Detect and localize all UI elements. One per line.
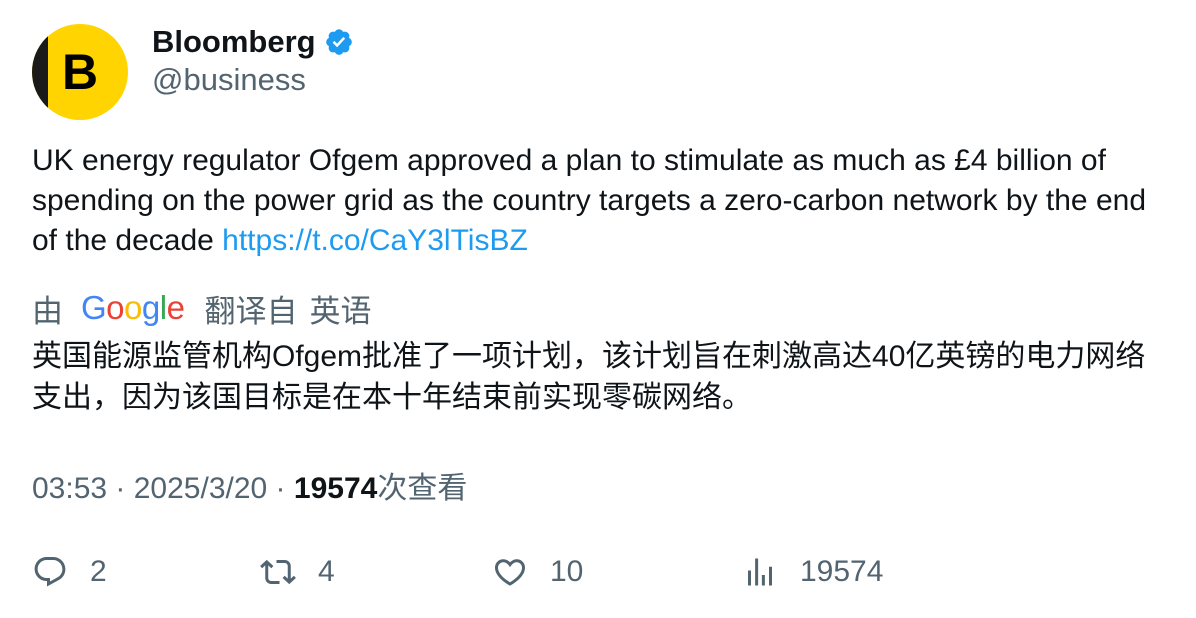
meta-separator: · [267, 472, 294, 505]
google-logo-letter: g [141, 289, 160, 326]
like-count: 10 [550, 555, 584, 588]
avatar[interactable]: B [32, 24, 128, 120]
author-handle[interactable]: @business [152, 62, 306, 98]
translation-attribution: 由 Google 翻译自 英语 [32, 286, 371, 330]
views-action-count: 19574 [800, 555, 884, 588]
author-name-row: Bloomberg [152, 22, 354, 62]
translation-source-language: 英语 [309, 293, 372, 329]
bar-chart-icon [748, 558, 772, 586]
google-logo-letter: l [159, 289, 167, 326]
avatar-edge [32, 24, 48, 120]
google-logo-letter: e [166, 289, 185, 326]
google-logo-letter: o [124, 289, 142, 326]
tweet-date[interactable]: 2025/3/20 [134, 472, 267, 505]
google-logo: Google [81, 289, 185, 327]
tweet-text: UK energy regulator Ofgem approved a pla… [32, 141, 1162, 261]
like-button[interactable]: 10 [492, 550, 583, 594]
reply-count: 2 [90, 555, 107, 588]
retweet-icon [260, 559, 296, 585]
heart-icon [494, 559, 526, 586]
translation-label: 翻译自 [204, 293, 298, 329]
tweet-body: UK energy regulator Ofgem approved a pla… [32, 144, 1146, 257]
views-label: 次查看 [377, 472, 468, 505]
tweet-time[interactable]: 03:53 [32, 472, 107, 505]
reply-icon [34, 557, 66, 587]
verified-badge-icon[interactable] [324, 27, 354, 57]
tweet-link[interactable]: https://t.co/CaY3lTisBZ [222, 224, 528, 257]
google-logo-letter: o [106, 289, 125, 326]
meta-separator: · [107, 472, 134, 505]
author-display-name[interactable]: Bloomberg [152, 24, 316, 60]
avatar-letter: B [62, 44, 99, 100]
views-count: 19574 [293, 472, 378, 505]
reply-button[interactable]: 2 [32, 550, 107, 594]
translation-prefix: 由 [32, 293, 63, 329]
retweet-button[interactable]: 4 [260, 550, 335, 594]
retweet-count: 4 [318, 555, 335, 588]
google-logo-letter: G [81, 289, 107, 326]
translated-text: 英国能源监管机构Ofgem批准了一项计划，该计划旨在刺激高达40亿英镑的电力网络… [32, 340, 1146, 414]
tweet-meta: 03:53 · 2025/3/20 · 19574次查看 [32, 463, 467, 507]
views-button[interactable]: 19574 [742, 550, 883, 594]
